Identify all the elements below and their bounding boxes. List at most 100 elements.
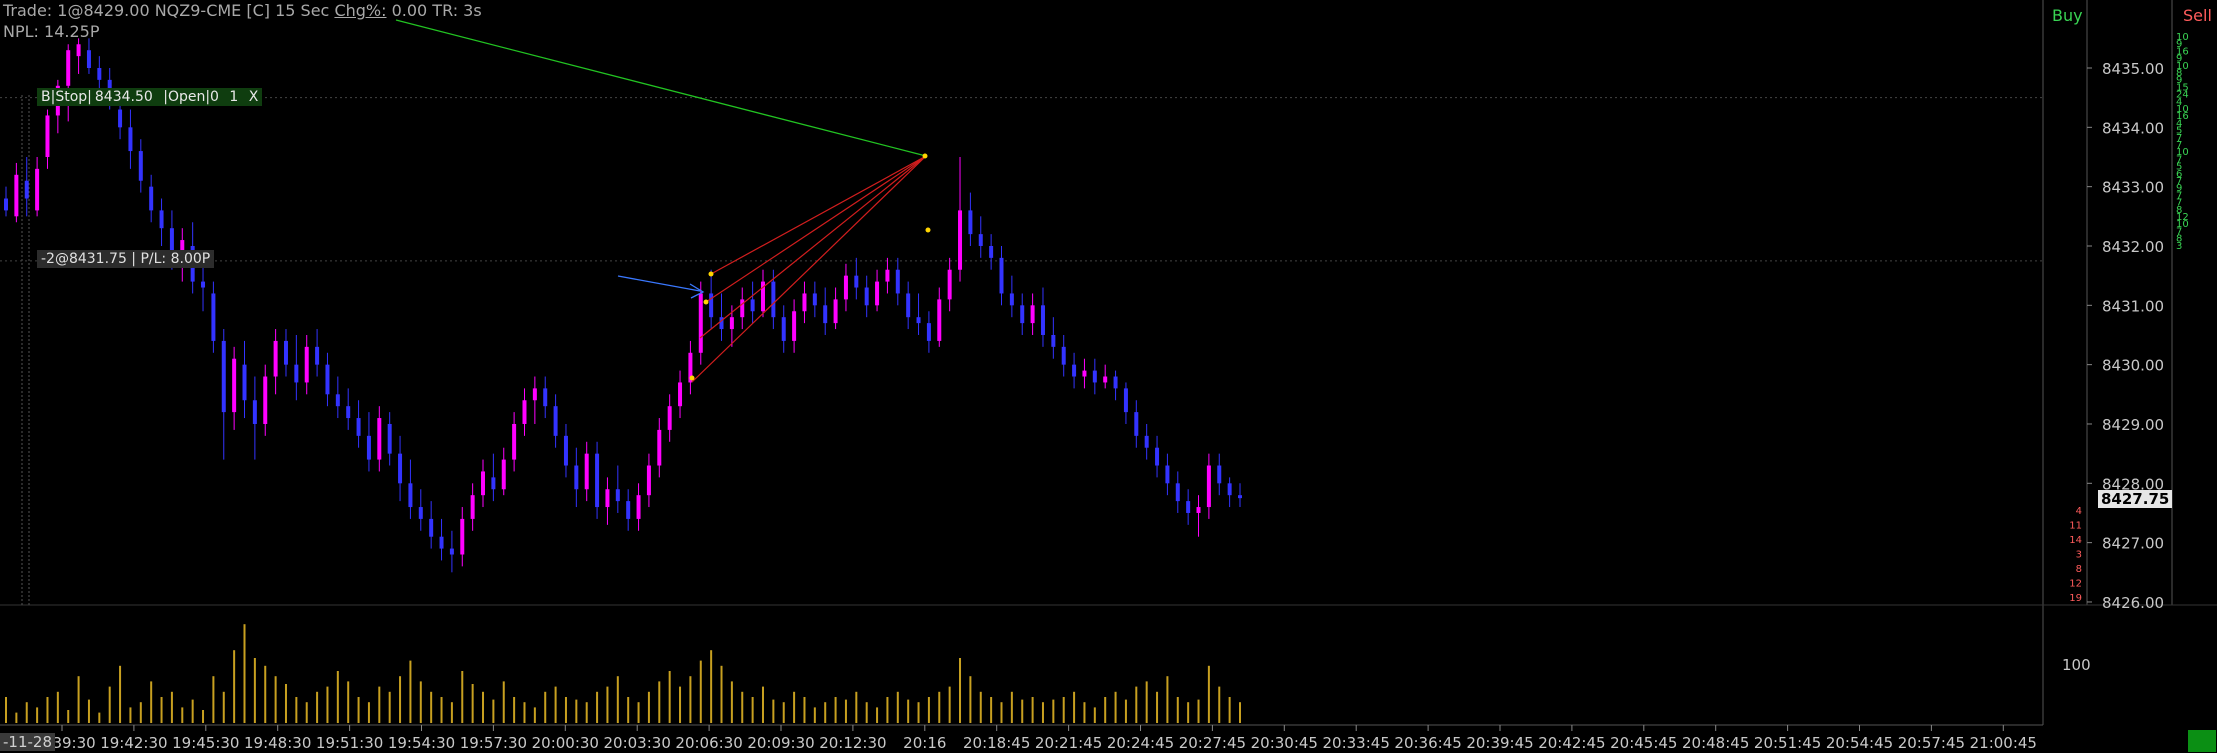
volume-bar (1104, 697, 1107, 723)
price-bar-body (232, 358, 237, 413)
sell-column-header[interactable]: Sell (2183, 6, 2212, 25)
price-bar-body (812, 293, 817, 306)
price-axis-label: 8430.00 (2102, 357, 2164, 375)
chg-label[interactable]: Chg%: (334, 1, 386, 20)
volume-bar (1124, 699, 1127, 723)
volume-bar (46, 697, 49, 723)
price-bar-body (1123, 388, 1128, 413)
dom-bid-size: 12 (2069, 579, 2082, 590)
volume-bar (679, 686, 682, 723)
time-axis-label: 19:42:30 (100, 734, 167, 752)
volume-bar (388, 691, 391, 723)
price-bar-body (916, 317, 921, 324)
volume-bar (990, 697, 993, 723)
time-axis-label: 20:06:30 (675, 734, 742, 752)
price-bar-body (698, 293, 703, 353)
price-bar-body (366, 435, 371, 460)
volume-bar (253, 658, 256, 723)
price-bar-body (252, 400, 257, 424)
price-bar-body (1009, 293, 1014, 306)
volume-bar (1197, 699, 1200, 723)
volume-bar (927, 697, 930, 723)
volume-bar (419, 681, 422, 723)
working-order-tag[interactable]: B|Stop| 8434.50 |Open|0 1 X (37, 88, 263, 106)
volume-bar (969, 676, 972, 723)
price-bar-body (439, 536, 444, 549)
price-axis-label: 8427.00 (2102, 535, 2164, 553)
order-price[interactable]: 8434.50 (95, 89, 153, 105)
volume-bar (98, 712, 101, 723)
volume-bar (129, 707, 132, 723)
volume-bar (575, 699, 578, 723)
price-axis-label: 8431.00 (2102, 297, 2164, 315)
price-bar-body (481, 471, 486, 496)
volume-bar (15, 712, 18, 723)
time-axis-label: 19:45:30 (172, 734, 239, 752)
volume-bar (36, 707, 39, 723)
price-bar-body (159, 210, 164, 229)
volume-bar (793, 691, 796, 723)
volume-bar (585, 702, 588, 723)
position-tag[interactable]: -2@8431.75 | P/L: 8.00P (37, 250, 215, 268)
volume-bar (1218, 686, 1221, 723)
price-bar-body (1082, 370, 1087, 377)
price-bar-body (854, 275, 859, 288)
volume-bar (399, 676, 402, 723)
price-bar-body (35, 168, 40, 211)
chart-canvas[interactable]: 8435.008434.008433.008432.008431.008430.… (0, 0, 2217, 753)
time-axis-label: 20:48:45 (1682, 734, 1749, 752)
buy-column-header[interactable]: Buy (2052, 6, 2083, 25)
price-bar-body (128, 127, 133, 152)
volume-bar (813, 707, 816, 723)
price-bar-body (729, 317, 734, 330)
volume-bar (710, 650, 713, 723)
volume-bar (295, 697, 298, 723)
volume-axis-label: 100 (2062, 656, 2091, 674)
red-fan-line (699, 155, 927, 339)
dom-bid-size: 14 (2069, 535, 2082, 546)
volume-bar (637, 702, 640, 723)
volume-bar (336, 671, 339, 723)
volume-bar (222, 691, 225, 723)
price-bar-body (968, 210, 973, 235)
price-bar-body (1072, 364, 1077, 377)
time-axis-label: 20:00:30 (532, 734, 599, 752)
status-indicator (2188, 730, 2216, 752)
volume-bar (160, 697, 163, 723)
volume-bar (1000, 702, 1003, 723)
price-bar-body (408, 483, 413, 508)
price-bar-body (429, 518, 434, 537)
price-bar-body (387, 423, 392, 454)
price-bar-body (1175, 483, 1180, 502)
price-bar-body (346, 406, 351, 419)
order-cancel-button[interactable]: X (249, 89, 259, 105)
volume-bar (1010, 691, 1013, 723)
order-qty[interactable]: 1 (229, 89, 238, 105)
volume-bar (876, 707, 879, 723)
price-bar-body (512, 423, 517, 460)
dom-bid-size: 11 (2069, 521, 2082, 532)
price-bar-body (792, 311, 797, 341)
volume-bar (181, 707, 184, 723)
price-bar-body (978, 234, 983, 246)
time-axis-label: 20:39:45 (1466, 734, 1533, 752)
price-bar-body (574, 465, 579, 490)
volume-bar (1166, 676, 1169, 723)
volume-bar (274, 676, 277, 723)
horizontal-level-lines (0, 97, 2043, 262)
volume-bar (108, 686, 111, 723)
price-bar-body (211, 293, 216, 341)
price-bar-body (678, 382, 683, 407)
price-bar-body (605, 489, 610, 508)
price-bar-body (1103, 376, 1108, 383)
price-bar-body (864, 287, 869, 306)
volume-bar (896, 691, 899, 723)
volume-bar (264, 665, 267, 723)
volume-bar (855, 691, 858, 723)
volume-bar (357, 697, 360, 723)
price-bar-body (501, 459, 506, 490)
price-bar-body (118, 109, 123, 128)
drawing-tools (395, 19, 931, 383)
time-axis-label: 20:42:45 (1538, 734, 1605, 752)
price-bar-body (584, 453, 589, 490)
